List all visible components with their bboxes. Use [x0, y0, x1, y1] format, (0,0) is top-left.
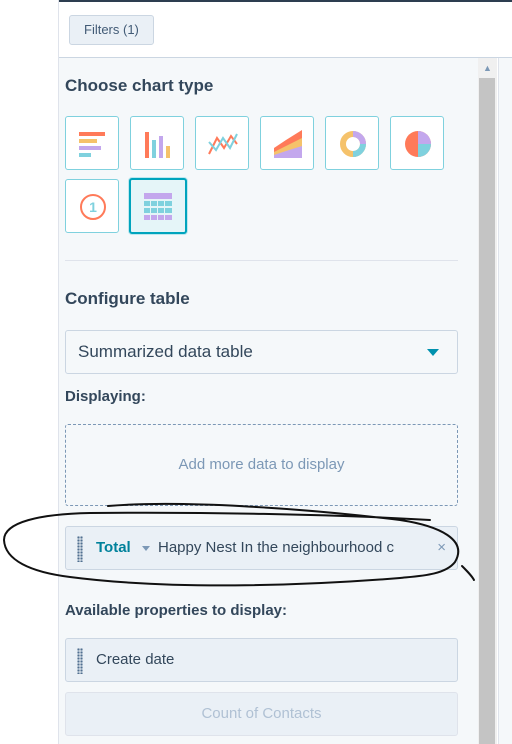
configure-table-heading: Configure table: [65, 289, 190, 308]
aggregation-dropdown[interactable]: Total: [96, 527, 131, 569]
add-data-dropzone[interactable]: Add more data to display: [65, 424, 458, 506]
drag-handle-icon[interactable]: [77, 648, 83, 674]
filters-button[interactable]: Filters (1): [69, 15, 154, 45]
kpi-glyph: 1: [89, 199, 97, 215]
panel-scrollbar[interactable]: ▲: [478, 58, 497, 744]
chevron-down-icon: [427, 349, 439, 356]
available-property-item[interactable]: Create date: [65, 638, 458, 682]
count-of-contacts-item: Count of Contacts: [65, 692, 458, 736]
displaying-label: Displaying:: [65, 388, 146, 405]
chart-type-donut[interactable]: [325, 116, 379, 170]
table-type-select[interactable]: Summarized data table: [65, 330, 458, 374]
line-chart-icon: [208, 133, 238, 155]
pie-chart-icon: [405, 131, 431, 157]
remove-icon[interactable]: ×: [437, 527, 446, 569]
chart-type-heading: Choose chart type: [65, 76, 214, 95]
section-divider: [65, 260, 458, 261]
aggregation-caret-icon[interactable]: [142, 546, 150, 551]
table-chart-icon: [144, 193, 172, 220]
report-preview-edge: [498, 58, 512, 744]
dropzone-text: Add more data to display: [178, 456, 345, 473]
scroll-up-arrow-icon[interactable]: ▲: [478, 58, 497, 76]
chart-type-pie[interactable]: [390, 116, 444, 170]
displayed-property-item[interactable]: Total Happy Nest In the neighbourhood c …: [65, 526, 458, 570]
chart-type-vertical-bar[interactable]: [130, 116, 184, 170]
chart-type-horizontal-bar[interactable]: [65, 116, 119, 170]
table-type-value: Summarized data table: [78, 342, 253, 361]
chart-type-area[interactable]: [260, 116, 314, 170]
chart-type-line[interactable]: [195, 116, 249, 170]
displayed-property-label: Happy Nest In the neighbourhood c: [158, 539, 394, 556]
scroll-thumb[interactable]: [479, 78, 495, 744]
report-toolbar: Filters (1): [59, 2, 512, 58]
available-property-label: Create date: [96, 651, 175, 668]
kpi-number-icon: 1: [80, 194, 106, 220]
chart-type-table[interactable]: [129, 178, 187, 234]
donut-chart-icon: [340, 131, 366, 157]
horizontal-bar-chart-icon: [79, 132, 105, 157]
chart-type-kpi[interactable]: 1: [65, 179, 119, 233]
drag-handle-icon[interactable]: [77, 536, 83, 562]
vertical-bar-chart-icon: [145, 132, 170, 158]
area-chart-icon: [274, 130, 302, 158]
available-properties-label: Available properties to display:: [65, 602, 288, 619]
